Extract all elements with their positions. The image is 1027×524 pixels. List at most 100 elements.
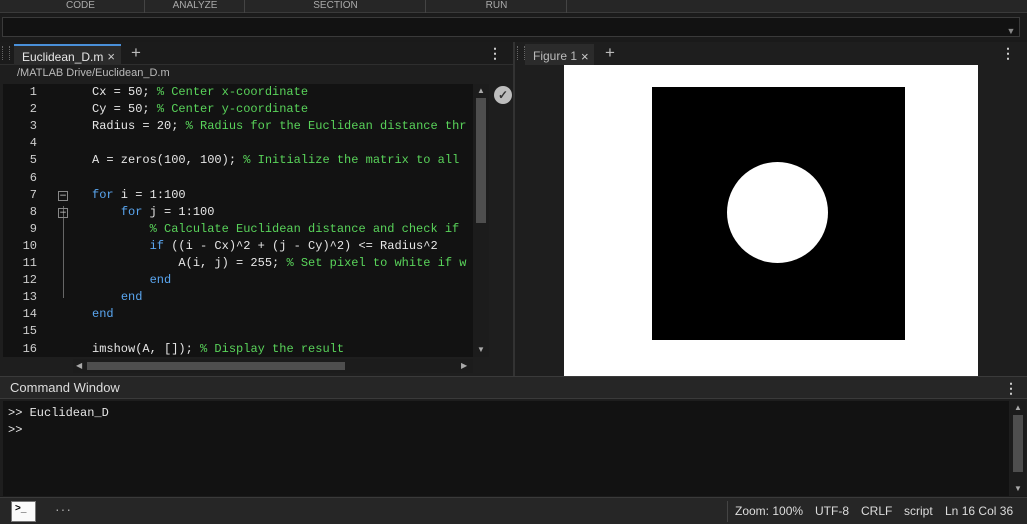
command-window-body[interactable]: >> Euclidean_D >> [3, 401, 1009, 496]
toolstrip-section-code[interactable]: CODE [17, 0, 145, 13]
scroll-up-icon[interactable]: ▲ [477, 86, 485, 95]
code-line[interactable]: imshow(A, []); % Display the result [92, 342, 344, 356]
code-text: A(i, j) = 255; [178, 256, 287, 270]
scroll-thumb[interactable] [87, 362, 345, 370]
file-mode: script [904, 504, 933, 518]
code-line[interactable]: A(i, j) = 255; % Set pixel to white if w [92, 256, 466, 270]
tab-label: Euclidean_D.m [22, 49, 104, 64]
file-path: /MATLAB Drive/Euclidean_D.m [17, 67, 170, 79]
add-tab-icon[interactable]: + [131, 44, 141, 62]
more-icon[interactable]: ··· [55, 501, 72, 517]
scroll-down-icon[interactable]: ▼ [477, 345, 485, 354]
command-window-toggle-icon[interactable]: >_ [11, 501, 36, 522]
fold-guide-line [63, 206, 64, 298]
address-bar: ▼ [0, 14, 1027, 40]
editor-panel: Euclidean_D.m × + ⋮ /MATLAB Drive/Euclid… [0, 42, 513, 376]
drag-handle-icon[interactable] [517, 46, 525, 60]
code-comment: % Display the result [200, 341, 345, 356]
more-options-icon[interactable]: ⋮ [1004, 380, 1018, 397]
code-line[interactable]: for i = 1:100 [92, 188, 186, 202]
tab-figure-1[interactable]: Figure 1 × [525, 44, 594, 65]
code-text: i = 1:100 [113, 187, 186, 202]
line-number: 1 [29, 85, 37, 99]
encoding[interactable]: UTF-8 [815, 504, 849, 518]
code-text: Cy = 50; [92, 102, 157, 117]
code-line[interactable]: end [92, 290, 143, 304]
command-window-title: Command Window [10, 380, 120, 395]
code-text: ((i - Cx)^2 + (j - Cy)^2) <= Radius^2 [164, 238, 438, 253]
code-comment: % Initialize the matrix to all [243, 153, 460, 168]
editor-horizontal-scrollbar[interactable]: ◀ ▶ [73, 359, 473, 373]
line-number: 9 [29, 221, 37, 236]
code-keyword: end [149, 273, 172, 288]
scroll-right-icon[interactable]: ▶ [461, 361, 467, 370]
current-folder-input[interactable]: ▼ [2, 17, 1020, 37]
code-line[interactable]: end [92, 273, 172, 288]
code-area[interactable]: 1 Cx = 50; % Center x-coordinate 2 Cy = 50;… [3, 84, 473, 357]
editor-tab-bar: Euclidean_D.m × + ⋮ [0, 42, 513, 65]
code-line[interactable]: A = zeros(100, 100); % Initialize the ma… [92, 153, 459, 167]
command-prompt[interactable]: >> [8, 423, 22, 437]
code-comment: % Center y-coordinate [156, 102, 309, 117]
scroll-up-icon[interactable]: ▲ [1014, 403, 1022, 412]
figure-panel: Figure 1 × + ⋮ [515, 42, 1027, 376]
toolstrip-section-run[interactable]: RUN [427, 0, 567, 13]
close-icon[interactable]: × [581, 49, 589, 64]
scroll-down-icon[interactable]: ▼ [1014, 484, 1022, 493]
white-circle [727, 162, 828, 263]
check-icon[interactable]: ✓ [494, 86, 512, 104]
tab-euclidean-d[interactable]: Euclidean_D.m × [14, 44, 121, 65]
chevron-down-icon[interactable]: ▼ [1003, 22, 1019, 40]
code-line[interactable]: end [92, 307, 114, 321]
line-number: 8 [29, 204, 37, 219]
cursor-position[interactable]: Ln 16 Col 36 [945, 504, 1013, 518]
add-tab-icon[interactable]: + [605, 44, 615, 62]
line-number: 11 [22, 256, 37, 270]
code-text: A = zeros(100, 100); [92, 153, 244, 168]
line-number: 16 [22, 341, 37, 356]
scroll-thumb[interactable] [476, 98, 486, 223]
drag-handle-icon[interactable] [2, 46, 10, 60]
status-divider [727, 501, 728, 522]
code-line[interactable]: % Calculate Euclidean distance and check… [92, 222, 460, 236]
code-keyword: if [149, 238, 165, 253]
line-label: Ln [945, 504, 959, 518]
code-text: Radius = 20; [92, 119, 186, 134]
toolstrip: CODE ANALYZE SECTION RUN [0, 0, 1027, 13]
more-options-icon[interactable]: ⋮ [1001, 45, 1015, 62]
code-line[interactable]: Radius = 20; % Radius for the Euclidean … [92, 119, 466, 133]
zoom-level[interactable]: Zoom: 100% [735, 504, 803, 518]
line-number: 6 [29, 170, 37, 185]
toolstrip-section-analyze[interactable]: ANALYZE [146, 0, 245, 13]
code-comment: % Center x-coordinate [156, 85, 309, 99]
close-icon[interactable]: × [107, 49, 115, 64]
line-number: 12 [22, 273, 37, 288]
code-line[interactable]: Cx = 50; % Center x-coordinate [92, 85, 308, 99]
line-number: 4 [29, 136, 37, 151]
scroll-thumb[interactable] [1013, 415, 1023, 472]
line-number: 7 [29, 187, 37, 202]
toolstrip-section-section[interactable]: SECTION [246, 0, 426, 13]
code-keyword: end [92, 307, 114, 322]
code-text: j = 1:100 [142, 204, 215, 219]
column-number: 36 [999, 504, 1014, 518]
line-ending[interactable]: CRLF [861, 504, 892, 518]
command-window-scrollbar[interactable]: ▲ ▼ [1010, 401, 1026, 496]
code-line[interactable]: for j = 1:100 [92, 204, 215, 219]
code-text: imshow(A, []); [92, 341, 201, 356]
editor-vertical-scrollbar[interactable]: ▲ ▼ [473, 84, 489, 357]
fold-collapse-icon[interactable]: − [58, 190, 68, 201]
code-comment: % Set pixel to white if w [286, 256, 467, 270]
fold-collapse-icon[interactable]: − [58, 207, 68, 218]
scroll-left-icon[interactable]: ◀ [76, 361, 82, 370]
more-options-icon[interactable]: ⋮ [488, 45, 502, 62]
code-line[interactable]: Cy = 50; % Center y-coordinate [92, 102, 308, 116]
figure-canvas[interactable] [564, 65, 978, 376]
command-window: Command Window ⋮ >> Euclidean_D >> ▲ ▼ [0, 376, 1027, 496]
code-line[interactable]: if ((i - Cx)^2 + (j - Cy)^2) <= Radius^2 [92, 239, 438, 253]
line-number: 2 [29, 102, 37, 117]
